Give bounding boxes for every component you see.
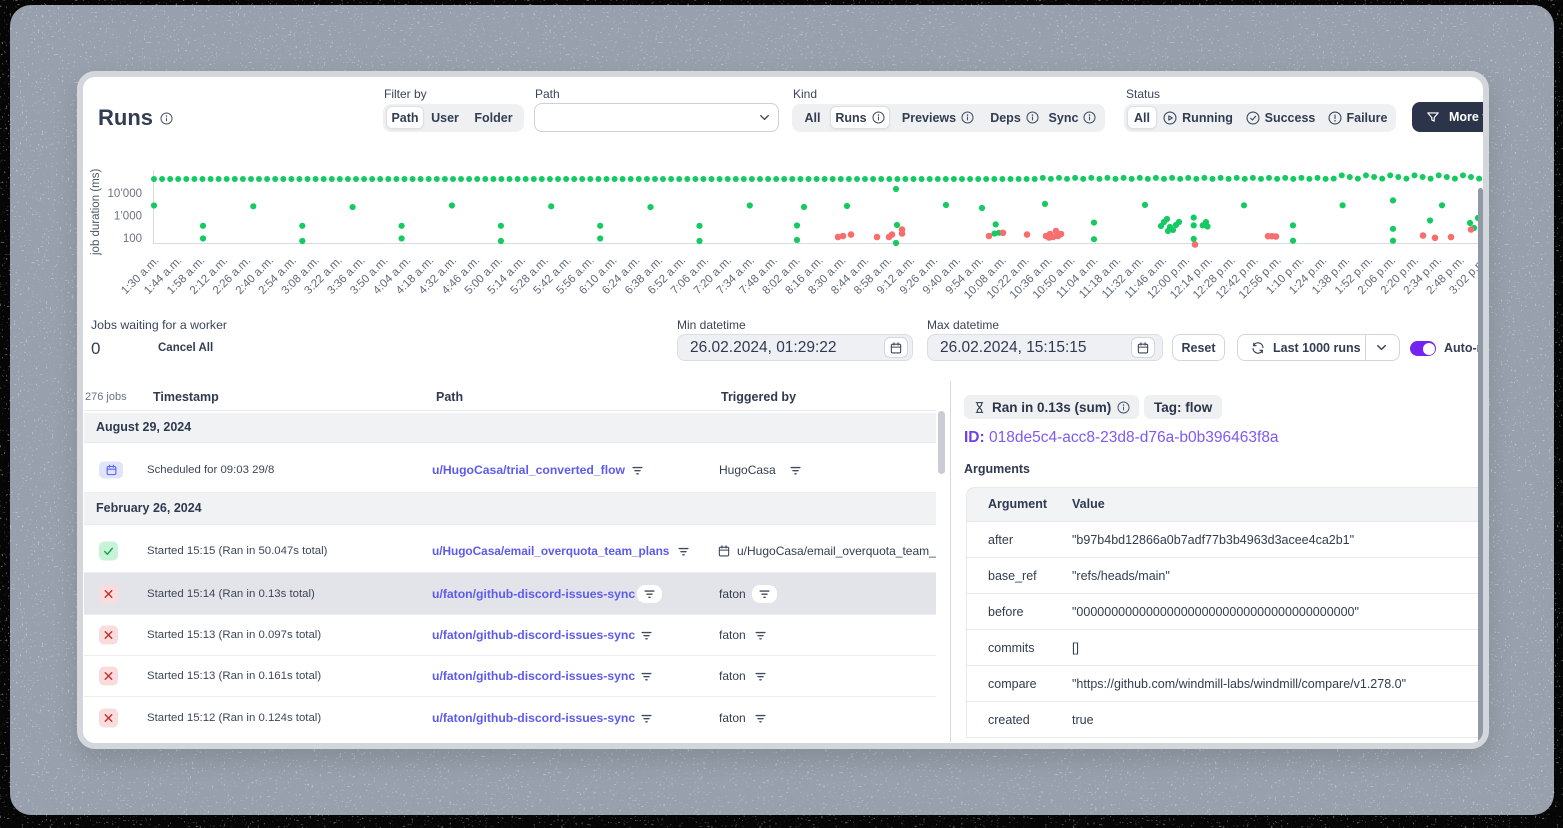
svg-text:job duration (ms): job duration (ms) (90, 169, 102, 256)
svg-text:100: 100 (123, 233, 142, 245)
svg-text:10’000: 10’000 (107, 188, 142, 200)
svg-text:1’000: 1’000 (114, 211, 142, 223)
